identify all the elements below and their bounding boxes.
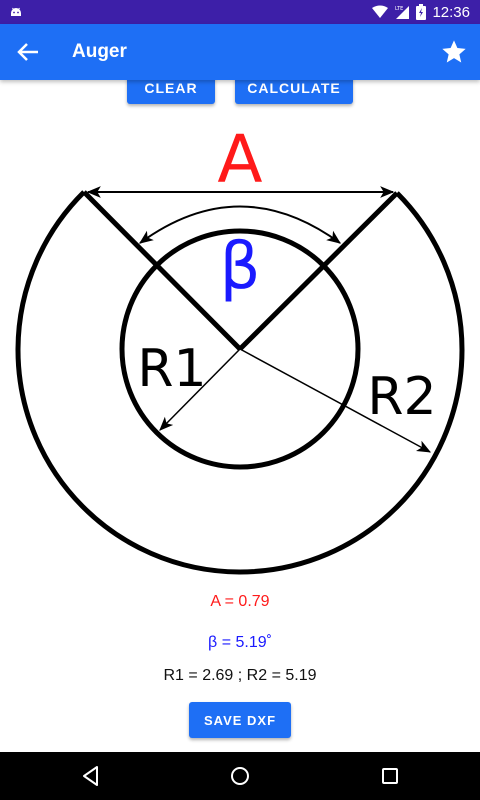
auger-diagram: A β R1 R2 xyxy=(15,121,465,575)
page-title: Auger xyxy=(72,41,127,62)
nav-recents-icon[interactable] xyxy=(378,764,402,788)
nav-home-icon[interactable] xyxy=(228,764,252,788)
cellular-signal-icon: LTE xyxy=(395,6,410,19)
label-r2: R2 xyxy=(367,367,436,427)
result-beta: β = 5.19˚ xyxy=(208,634,272,651)
save-dxf-button[interactable]: SAVE DXF xyxy=(189,702,291,738)
sector-edge-right xyxy=(238,191,399,351)
app-bar: Auger xyxy=(0,24,480,80)
android-icon xyxy=(11,7,21,16)
label-r1: R1 xyxy=(137,339,206,399)
wifi-icon xyxy=(372,5,389,18)
navigation-bar xyxy=(0,752,480,800)
back-arrow-icon[interactable] xyxy=(14,40,42,64)
svg-text:LTE: LTE xyxy=(395,6,403,12)
battery-icon xyxy=(416,4,427,20)
label-beta: β xyxy=(220,230,261,304)
star-icon[interactable] xyxy=(440,38,468,66)
sector-edge-left xyxy=(82,190,242,351)
result-radii: R1 = 2.69 ; R2 = 5.19 xyxy=(163,667,317,684)
status-time: 12:36 xyxy=(432,3,470,21)
nav-back-icon[interactable] xyxy=(79,764,103,788)
status-bar: LTE 12:36 xyxy=(0,0,480,24)
label-a: A xyxy=(217,121,262,198)
result-a: A = 0.79 xyxy=(210,593,270,610)
